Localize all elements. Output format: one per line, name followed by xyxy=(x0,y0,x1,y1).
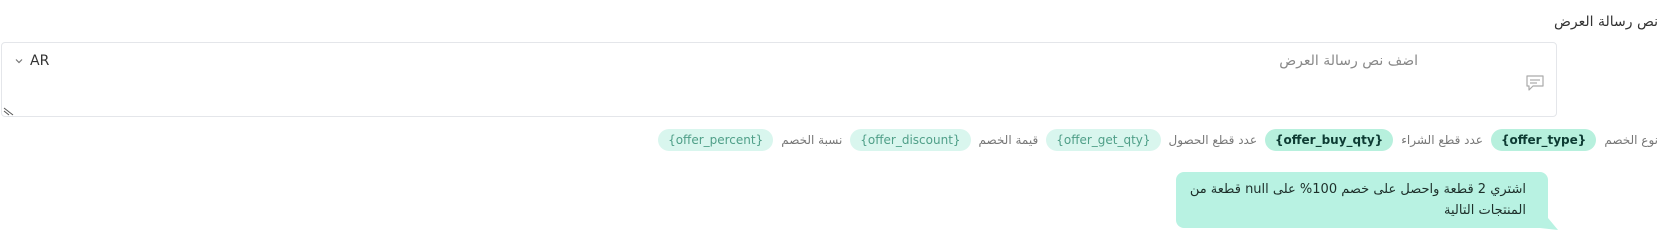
field-label: نص رسالة العرض xyxy=(1553,14,1658,30)
variables-bar: نوع الخصم {offer_type} عدد قطع الشراء {o… xyxy=(658,127,1658,152)
chip-offer-buy-qty[interactable]: {offer_buy_qty} xyxy=(1265,128,1394,151)
textarea-placeholder: اضف نص رسالة العرض xyxy=(1279,53,1418,69)
bubble-tail xyxy=(1540,218,1558,230)
language-select[interactable]: AR xyxy=(14,53,49,69)
chip-offer-get-qty[interactable]: {offer_get_qty} xyxy=(1046,128,1161,151)
chip-offer-type[interactable]: {offer_type} xyxy=(1490,128,1597,151)
offer-message-textarea[interactable]: اضف نص رسالة العرض AR xyxy=(1,42,1557,117)
language-value: AR xyxy=(30,53,50,69)
variable-label-offer-buy-qty: عدد قطع الشراء xyxy=(1401,132,1483,147)
chevron-down-icon xyxy=(15,59,23,64)
variable-label-offer-type: نوع الخصم xyxy=(1604,132,1658,147)
chip-offer-percent[interactable]: {offer_percent} xyxy=(658,128,774,151)
chip-offer-discount[interactable]: {offer_discount} xyxy=(850,128,971,151)
variable-label-offer-get-qty: عدد قطع الحصول xyxy=(1168,132,1258,147)
message-preview-bubble: اشتري 2 قطعة واحصل على خصم 100% على null… xyxy=(1176,172,1548,228)
variable-label-offer-percent: نسبة الخصم xyxy=(781,132,843,147)
message-square-icon xyxy=(1526,75,1544,91)
message-preview-text: اشتري 2 قطعة واحصل على خصم 100% على null… xyxy=(1189,182,1526,218)
variable-label-offer-discount: قيمة الخصم xyxy=(978,132,1039,147)
resize-handle-icon[interactable] xyxy=(3,106,15,116)
